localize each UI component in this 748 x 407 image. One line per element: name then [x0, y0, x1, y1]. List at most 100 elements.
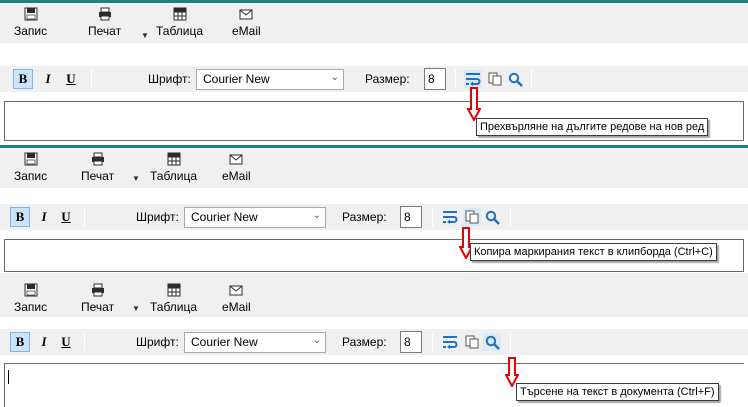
size-input[interactable]: 8 — [400, 331, 422, 353]
font-value: Courier New — [191, 335, 258, 349]
bold-button[interactable]: B — [13, 69, 33, 89]
copy-icon — [465, 335, 479, 349]
print-label: Печат — [81, 300, 115, 314]
printer-icon — [91, 283, 104, 297]
font-select[interactable]: Courier New ⌄ — [184, 207, 326, 228]
tooltip-copy: Копира маркирания текст в клипборда (Ctr… — [470, 243, 717, 261]
copy-icon — [488, 72, 502, 86]
size-input[interactable]: 8 — [400, 206, 422, 228]
copy-button[interactable] — [463, 208, 481, 226]
table-icon — [173, 7, 187, 21]
search-button[interactable] — [483, 208, 501, 226]
main-toolbar: Запис Печат ▼ Таблица eMail — [0, 3, 748, 43]
separator — [432, 333, 433, 351]
italic-button[interactable]: I — [34, 207, 54, 227]
chevron-down-icon: ⌄ — [312, 210, 321, 221]
word-wrap-button[interactable] — [441, 208, 459, 226]
size-label: Размер: — [342, 335, 387, 349]
save-label: Запис — [14, 300, 48, 314]
word-wrap-icon — [443, 336, 458, 349]
bold-button[interactable]: B — [10, 332, 30, 352]
table-button[interactable]: Таблица — [150, 152, 197, 183]
table-label: Таблица — [150, 300, 198, 314]
chevron-down-icon: ⌄ — [330, 72, 339, 83]
main-toolbar: Запис Печат ▼ Таблица eMail — [0, 273, 748, 317]
tooltip-search: Търсене на текст в документа (Ctrl+F) — [516, 383, 719, 401]
separator — [455, 70, 456, 88]
size-label: Размер: — [342, 210, 387, 224]
underline-button[interactable]: U — [61, 69, 81, 89]
underline-button[interactable]: U — [56, 207, 76, 227]
table-label: Таблица — [156, 24, 204, 38]
font-value: Courier New — [203, 72, 270, 86]
font-value: Courier New — [191, 210, 258, 224]
italic-button[interactable]: I — [38, 69, 58, 89]
font-select[interactable]: Courier New ⌄ — [184, 332, 326, 353]
tooltip-word-wrap: Прехвърляне на дългите редове на нов ред — [476, 118, 709, 136]
separator — [531, 70, 532, 88]
magnifier-icon — [485, 210, 500, 225]
print-button[interactable]: Печат — [81, 283, 114, 314]
separator — [432, 208, 433, 226]
word-wrap-icon — [443, 211, 458, 224]
font-select[interactable]: Courier New ⌄ — [196, 69, 344, 90]
toolbar-panel-2: Запис Печат ▼ Таблица eMail B I U Шрифт:… — [0, 145, 748, 273]
format-toolbar: B I U Шрифт: Courier New ⌄ Размер: 8 — [0, 329, 748, 355]
copy-button[interactable] — [463, 333, 481, 351]
email-label: eMail — [232, 24, 261, 38]
arrow-pointer-icon — [467, 87, 481, 121]
toolbar-panel-1: Запис Печат ▼ Таблица eMail B I U Шрифт:… — [0, 0, 748, 142]
font-label: Шрифт: — [136, 335, 179, 349]
print-label: Печат — [88, 24, 122, 38]
table-label: Таблица — [150, 169, 198, 183]
search-button[interactable] — [506, 70, 524, 88]
chevron-down-icon: ⌄ — [312, 335, 321, 346]
save-button[interactable]: Запис — [14, 7, 47, 38]
copy-button[interactable] — [486, 70, 504, 88]
envelope-icon — [229, 154, 243, 165]
print-dropdown-arrow[interactable]: ▼ — [141, 31, 149, 40]
search-button[interactable] — [483, 333, 501, 351]
print-button[interactable]: Печат — [81, 152, 114, 183]
printer-icon — [98, 7, 111, 21]
word-wrap-button[interactable] — [464, 70, 482, 88]
separator — [84, 208, 85, 226]
magnifier-icon — [485, 335, 500, 350]
printer-icon — [91, 152, 104, 166]
save-button[interactable]: Запис — [14, 152, 47, 183]
word-wrap-icon — [466, 73, 481, 86]
font-label: Шрифт: — [136, 210, 179, 224]
print-dropdown-arrow[interactable]: ▼ — [132, 304, 140, 313]
italic-button[interactable]: I — [34, 332, 54, 352]
separator — [91, 70, 92, 88]
email-button[interactable]: eMail — [222, 152, 251, 183]
word-wrap-button[interactable] — [441, 333, 459, 351]
save-icon — [24, 283, 38, 297]
save-label: Запис — [14, 24, 48, 38]
email-label: eMail — [222, 300, 251, 314]
email-button[interactable]: eMail — [232, 7, 261, 38]
bold-button[interactable]: B — [10, 207, 30, 227]
save-label: Запис — [14, 169, 48, 183]
table-button[interactable]: Таблица — [156, 7, 203, 38]
save-icon — [24, 152, 38, 166]
print-dropdown-arrow[interactable]: ▼ — [132, 174, 140, 183]
size-input[interactable]: 8 — [424, 68, 446, 90]
underline-button[interactable]: U — [56, 332, 76, 352]
separator — [84, 333, 85, 351]
format-toolbar: B I U Шрифт: Courier New ⌄ Размер: 8 — [0, 66, 748, 92]
envelope-icon — [239, 9, 253, 20]
table-button[interactable]: Таблица — [150, 283, 197, 314]
print-label: Печат — [81, 169, 115, 183]
print-button[interactable]: Печат — [88, 7, 121, 38]
table-icon — [167, 283, 181, 297]
separator — [510, 208, 511, 226]
text-caret — [8, 370, 9, 384]
save-button[interactable]: Запис — [14, 283, 47, 314]
email-button[interactable]: eMail — [222, 283, 251, 314]
separator — [510, 333, 511, 351]
email-label: eMail — [222, 169, 251, 183]
save-icon — [24, 7, 38, 21]
magnifier-icon — [508, 72, 523, 87]
toolbar-panel-3: Запис Печат ▼ Таблица eMail B I U Шрифт:… — [0, 273, 748, 407]
